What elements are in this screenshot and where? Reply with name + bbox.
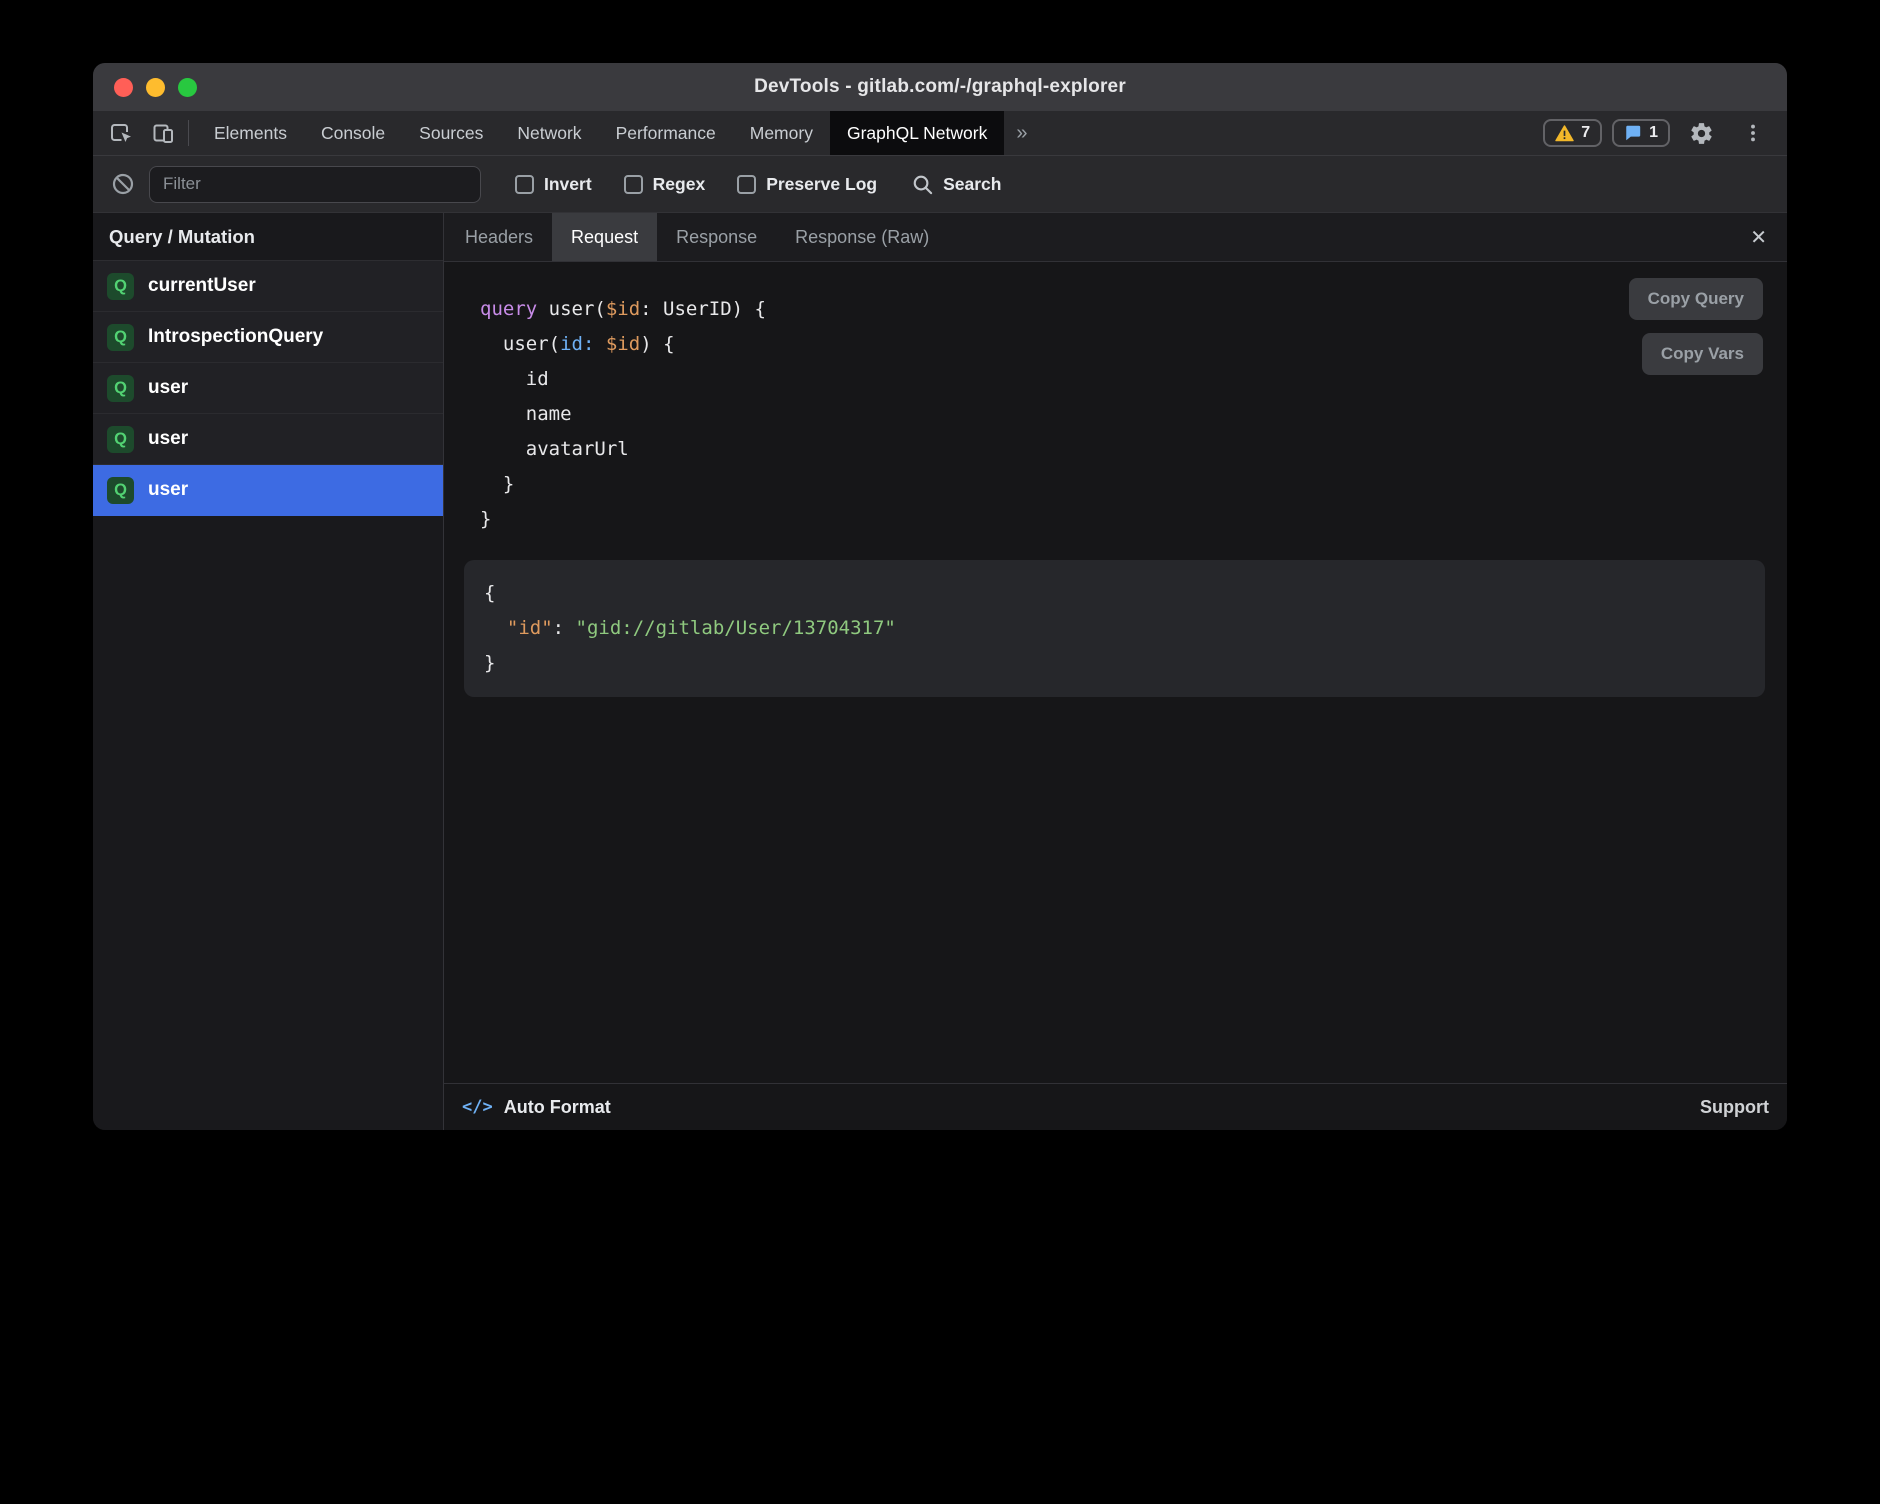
query-list-item-0-currentuser[interactable]: QcurrentUser — [93, 261, 443, 312]
tab-elements[interactable]: Elements — [197, 111, 304, 155]
copy-vars-button[interactable]: Copy Vars — [1642, 333, 1763, 375]
filter-toolbar: Invert Regex Preserve Log Search — [93, 155, 1787, 213]
filter-checkboxes: Invert Regex Preserve Log — [515, 174, 877, 195]
search-label: Search — [943, 174, 1001, 195]
query-type-badge: Q — [107, 324, 134, 351]
query-list: QcurrentUserQIntrospectionQueryQuserQuse… — [93, 261, 443, 516]
block-clear-icon[interactable] — [109, 172, 137, 196]
auto-format-label[interactable]: Auto Format — [504, 1097, 611, 1118]
checkbox-label-preserve-log: Preserve Log — [766, 174, 877, 195]
query-label: user — [148, 479, 188, 501]
tab-memory[interactable]: Memory — [733, 111, 830, 155]
tab-network[interactable]: Network — [500, 111, 598, 155]
query-list-item-3-user[interactable]: Quser — [93, 414, 443, 465]
warning-count: 7 — [1581, 124, 1590, 142]
tab-graphql-network[interactable]: GraphQL Network — [830, 111, 1004, 155]
traffic-lights — [114, 63, 197, 111]
code-line: name — [480, 397, 1787, 432]
query-type-badge: Q — [107, 426, 134, 453]
toolbar-divider — [188, 120, 189, 146]
inspect-element-icon[interactable] — [93, 111, 142, 155]
titlebar: DevTools - gitlab.com/-/graphql-explorer — [93, 63, 1787, 111]
maximize-window-button[interactable] — [178, 78, 197, 97]
query-label: user — [148, 428, 188, 450]
checkbox-regex[interactable]: Regex — [624, 174, 706, 195]
request-body: Copy Query Copy Vars query user($id: Use… — [444, 262, 1787, 1083]
device-toolbar-icon[interactable] — [142, 111, 184, 155]
code-line: id — [480, 362, 1787, 397]
chat-bubble-icon — [1624, 124, 1642, 142]
detail-tab-response[interactable]: Response — [657, 213, 776, 261]
request-variables-box: { "id": "gid://gitlab/User/13704317"} — [464, 560, 1765, 697]
more-options-icon[interactable] — [1733, 122, 1773, 144]
detail-panel: HeadersRequestResponseResponse (Raw) ✕ C… — [444, 213, 1787, 1130]
code-line: "id": "gid://gitlab/User/13704317" — [484, 611, 1745, 646]
query-list-item-4-user[interactable]: Quser — [93, 465, 443, 516]
code-line: } — [480, 467, 1787, 502]
warning-triangle-icon — [1555, 125, 1574, 142]
request-variables-code: { "id": "gid://gitlab/User/13704317"} — [484, 576, 1745, 681]
copy-buttons: Copy Query Copy Vars — [1629, 278, 1763, 375]
toolbar-right: 7 1 — [1543, 111, 1787, 155]
sidebar-header: Query / Mutation — [93, 213, 443, 261]
close-window-button[interactable] — [114, 78, 133, 97]
detail-tab-response-raw[interactable]: Response (Raw) — [776, 213, 948, 261]
request-query-code: query user($id: UserID) { user(id: $id) … — [444, 262, 1787, 537]
code-line: avatarUrl — [480, 432, 1787, 467]
close-panel-icon[interactable]: ✕ — [1730, 213, 1787, 261]
window-title: DevTools - gitlab.com/-/graphql-explorer — [93, 76, 1787, 98]
warnings-badge[interactable]: 7 — [1543, 119, 1602, 147]
code-line: } — [484, 646, 1745, 681]
checkbox-label-regex: Regex — [653, 174, 706, 195]
detail-footer: </> Auto Format Support — [444, 1083, 1787, 1130]
code-line: { — [484, 576, 1745, 611]
support-link[interactable]: Support — [1700, 1097, 1769, 1118]
code-line: } — [480, 502, 1787, 537]
checkbox-box-invert[interactable] — [515, 175, 534, 194]
detail-tab-headers[interactable]: Headers — [446, 213, 552, 261]
query-list-item-2-user[interactable]: Quser — [93, 363, 443, 414]
filter-input[interactable] — [149, 166, 481, 203]
main-content: Query / Mutation QcurrentUserQIntrospect… — [93, 213, 1787, 1130]
detail-tabs: HeadersRequestResponseResponse (Raw) — [446, 213, 948, 261]
tab-sources[interactable]: Sources — [402, 111, 500, 155]
query-type-badge: Q — [107, 375, 134, 402]
search-icon — [911, 173, 934, 196]
query-list-item-1-introspectionquery[interactable]: Q IntrospectionQuery — [93, 312, 443, 363]
devtools-toolbar: ElementsConsoleSourcesNetworkPerformance… — [93, 111, 1787, 155]
devtools-window: DevTools - gitlab.com/-/graphql-explorer… — [93, 63, 1787, 1130]
checkbox-preserve-log[interactable]: Preserve Log — [737, 174, 877, 195]
query-type-badge: Q — [107, 273, 134, 300]
search-control[interactable]: Search — [911, 173, 1001, 196]
code-line: query user($id: UserID) { — [480, 292, 1787, 327]
query-label: currentUser — [148, 275, 256, 297]
detail-tabs-row: HeadersRequestResponseResponse (Raw) ✕ — [444, 213, 1787, 262]
messages-badge[interactable]: 1 — [1612, 119, 1670, 147]
devtools-tabs: ElementsConsoleSourcesNetworkPerformance… — [197, 111, 1004, 155]
screen-background: DevTools - gitlab.com/-/graphql-explorer… — [0, 0, 1880, 1504]
more-tabs-button[interactable]: » — [1004, 111, 1039, 155]
sidebar: Query / Mutation QcurrentUserQIntrospect… — [93, 213, 444, 1130]
code-line: user(id: $id) { — [480, 327, 1787, 362]
checkbox-box-preserve-log[interactable] — [737, 175, 756, 194]
code-format-icon[interactable]: </> — [462, 1097, 493, 1117]
tab-console[interactable]: Console — [304, 111, 402, 155]
copy-query-button[interactable]: Copy Query — [1629, 278, 1763, 320]
message-count: 1 — [1649, 124, 1658, 142]
settings-gear-icon[interactable] — [1680, 121, 1723, 146]
query-label: IntrospectionQuery — [148, 326, 323, 348]
checkbox-invert[interactable]: Invert — [515, 174, 592, 195]
tab-performance[interactable]: Performance — [599, 111, 733, 155]
query-label: user — [148, 377, 188, 399]
checkbox-label-invert: Invert — [544, 174, 592, 195]
detail-tab-request[interactable]: Request — [552, 213, 657, 261]
query-type-badge: Q — [107, 477, 134, 504]
minimize-window-button[interactable] — [146, 78, 165, 97]
checkbox-box-regex[interactable] — [624, 175, 643, 194]
